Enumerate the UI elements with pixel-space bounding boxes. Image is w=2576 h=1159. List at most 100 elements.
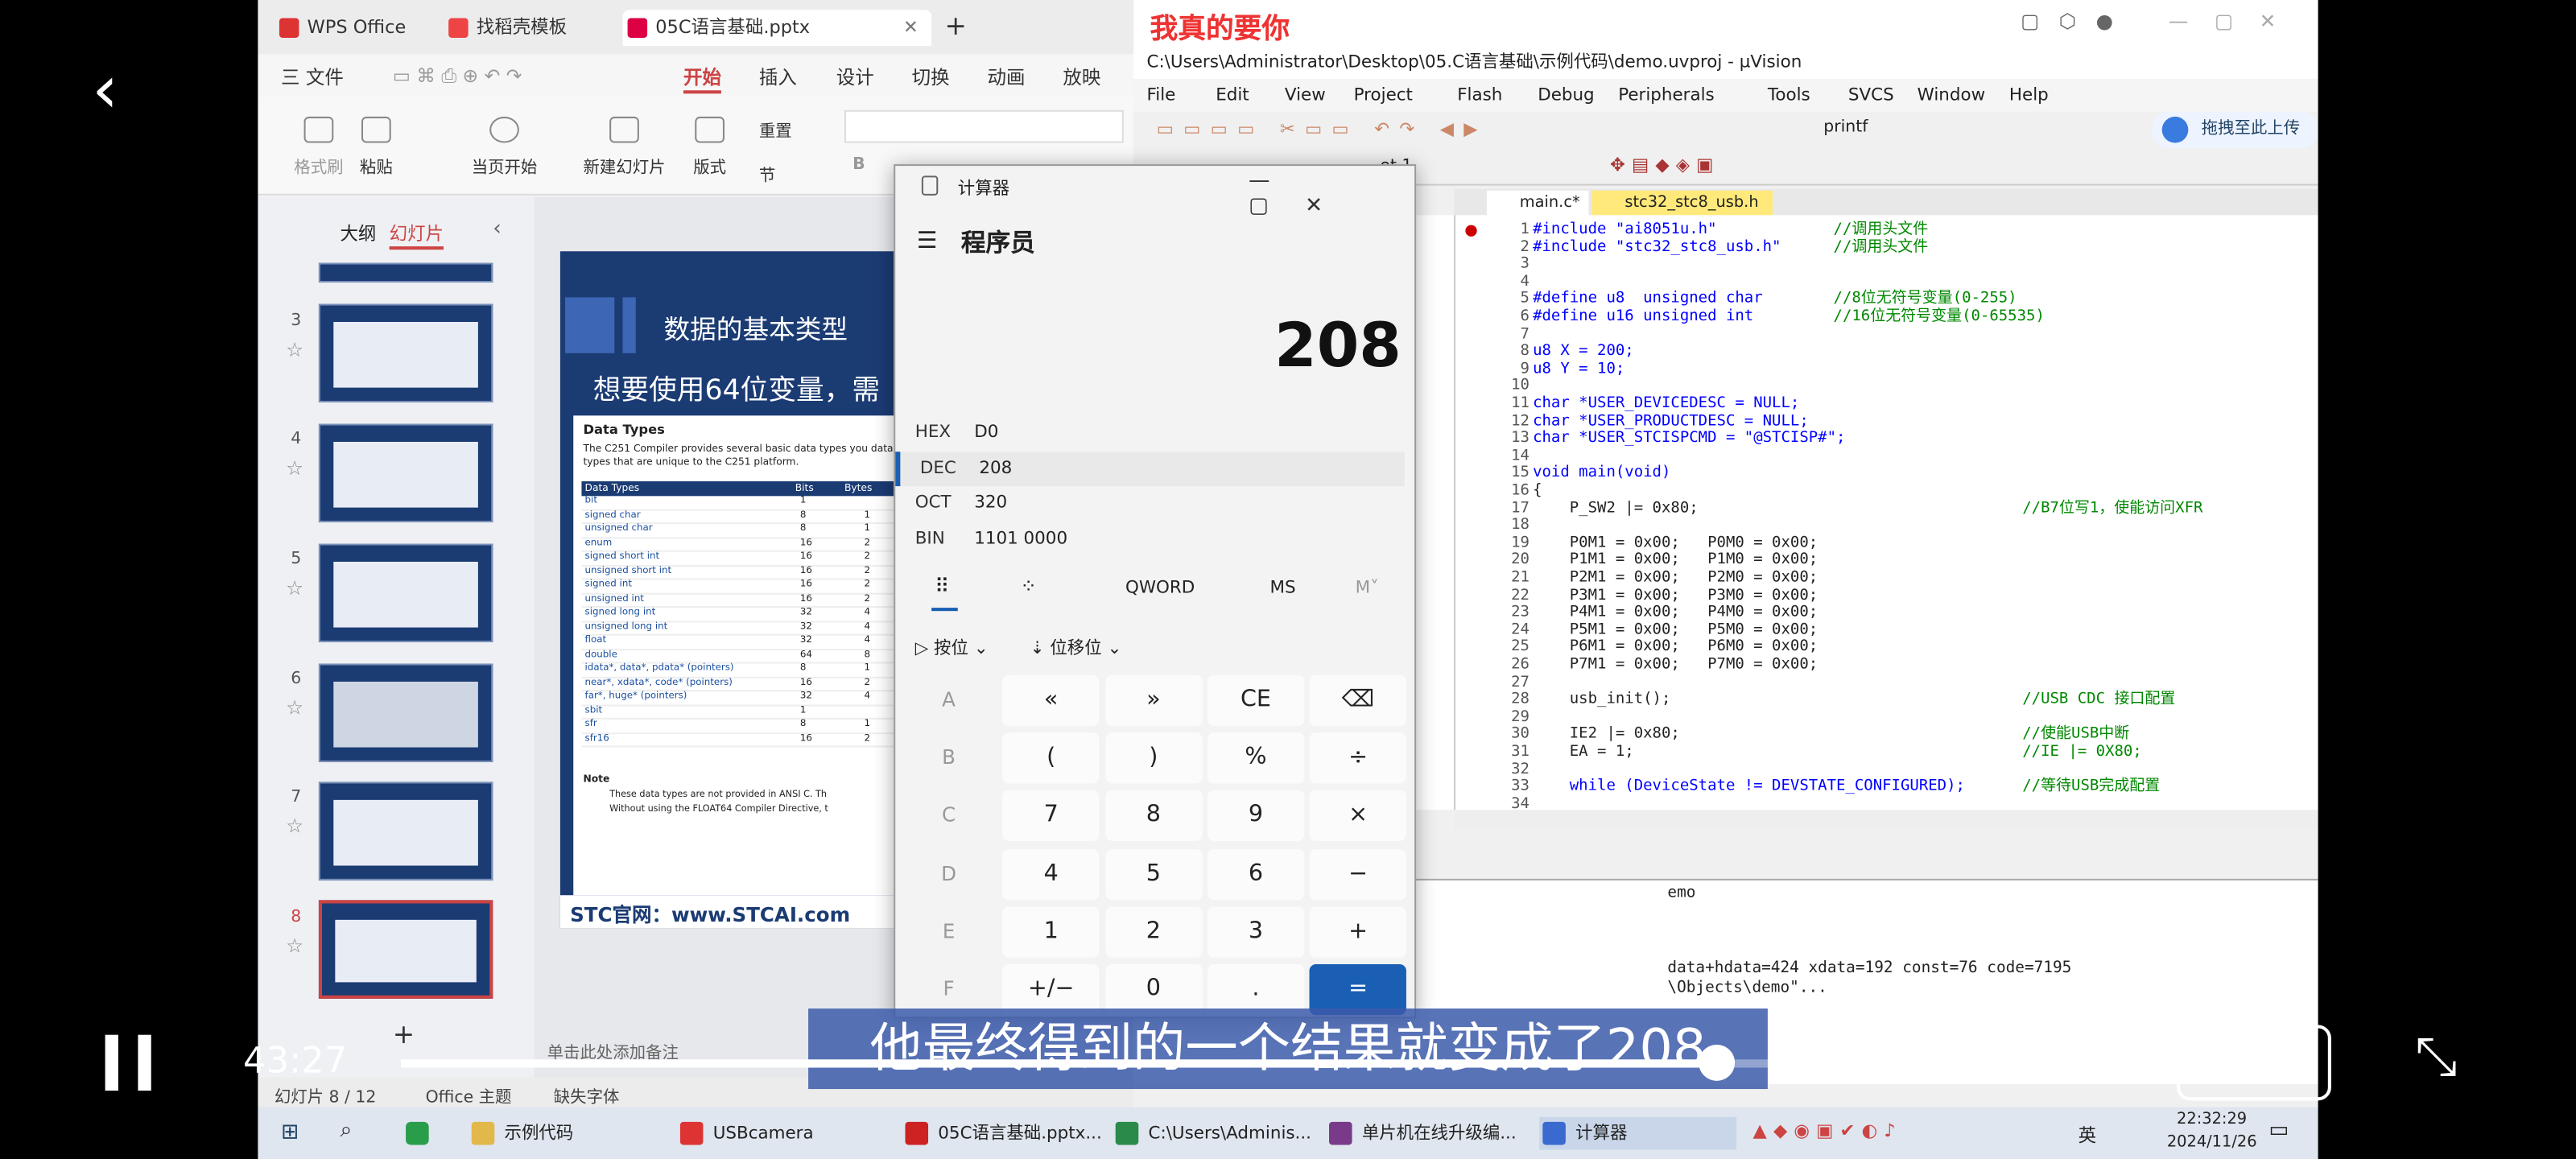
calc-key[interactable]: 8 [1104, 790, 1203, 842]
close-icon[interactable]: ✕ [903, 10, 919, 46]
calc-key[interactable]: 6 [1207, 848, 1305, 900]
code-line[interactable]: 17 P_SW2 |= 0x80; //B7位写1，使能访问XFR [1455, 499, 2202, 518]
code-line[interactable]: 30 IE2 |= 0x80; //使能USB中断 [1455, 725, 2129, 744]
calc-key[interactable]: . [1207, 963, 1305, 1016]
upload-button[interactable]: 拖拽至此上传 [2152, 111, 2318, 148]
code-line[interactable]: 23 P4M1 = 0x00; P4M0 = 0x00; [1455, 604, 1818, 622]
code-line[interactable]: 4 [1455, 273, 1533, 291]
code-line[interactable]: 22 P3M1 = 0x00; P3M0 = 0x00; [1455, 586, 1818, 605]
tab-usb-h[interactable]: stc32_stc8_usb.h [1591, 190, 1773, 216]
calc-key[interactable]: × [1309, 790, 1407, 842]
code-line[interactable]: 11 char *USER_DEVICEDESC = NULL; [1455, 394, 1799, 414]
memory-list-button[interactable]: M˅ [1356, 578, 1379, 597]
pause-icon[interactable] [105, 1034, 118, 1091]
taskbar-item[interactable]: USBcamera [677, 1117, 814, 1150]
horizontal-scrollbar[interactable] [1454, 810, 2318, 830]
tab-pptx[interactable]: 05C语言基础.pptx ✕ [622, 10, 932, 47]
keil-menu-window[interactable]: Window [1918, 85, 1986, 105]
code-line[interactable]: 28 usb_init(); //USB CDC 接口配置 [1455, 691, 2175, 710]
code-line[interactable]: 2 #include "stc32_stc8_usb.h" //调用头文件 [1455, 237, 1929, 257]
toolbar-icons[interactable]: ▭▭▭▭ ✂▭▭ ↶↷ ◀▶ [1157, 118, 1488, 140]
tab-outline[interactable]: 大纲 [340, 220, 376, 246]
calc-key[interactable]: % [1207, 732, 1305, 784]
tab-slides[interactable]: 幻灯片 [389, 220, 444, 250]
calc-key[interactable]: = [1309, 963, 1407, 1016]
keil-menu-tools[interactable]: Tools [1768, 85, 1810, 105]
code-line[interactable]: 14 [1455, 447, 1533, 466]
theme-label[interactable]: Office 主题 [426, 1083, 512, 1107]
speed-button[interactable]: 倍速 [2177, 1025, 2331, 1101]
format-painter-button[interactable]: 格式刷 [294, 116, 344, 177]
window-icons[interactable]: ▢⬡● [2021, 10, 2132, 33]
code-line[interactable]: 24 P5M1 = 0x00; P5M0 = 0x00; [1455, 621, 1818, 640]
new-slide-button[interactable]: 新建幻灯片 [583, 116, 666, 177]
bitwise-button[interactable]: ▷ 按位 ⌄ [915, 636, 989, 661]
slide-thumbnail[interactable] [318, 782, 493, 881]
keil-menu-debug[interactable]: Debug [1538, 85, 1594, 105]
code-line[interactable]: 34 [1455, 795, 1533, 810]
calc-key[interactable]: 4 [1002, 848, 1100, 900]
font-select[interactable] [844, 109, 1124, 143]
app-icon[interactable] [406, 1121, 429, 1145]
code-line[interactable]: 33 while (DeviceState != DEVSTATE_CONFIG… [1455, 777, 2160, 797]
menu-icon[interactable]: ☰ [917, 229, 938, 255]
menu-file[interactable]: 三 文件 [281, 64, 344, 91]
taskbar-item[interactable]: 05C语言基础.pptx... [902, 1117, 1102, 1150]
menu-home[interactable]: 开始 [683, 64, 721, 94]
calc-key[interactable]: + [1309, 906, 1407, 958]
keil-menu-edit[interactable]: Edit [1216, 85, 1249, 105]
code-line[interactable]: 26 P7M1 = 0x00; P7M0 = 0x00; [1455, 656, 1818, 674]
tray-icons[interactable]: ▲◆◉▣✔◐♪ [1753, 1120, 1902, 1142]
slide-thumbnail[interactable] [318, 663, 493, 762]
calc-key[interactable]: 3 [1207, 906, 1305, 958]
code-line[interactable]: 10 [1455, 377, 1533, 396]
calc-key[interactable]: +/− [1002, 963, 1100, 1016]
calc-window-controls[interactable]: —▢✕ [1249, 169, 1414, 218]
slide-thumbnail[interactable] [318, 303, 493, 402]
calc-key[interactable]: CE [1207, 674, 1305, 727]
word-size-button[interactable]: QWORD [1125, 578, 1195, 597]
keil-menu-peripherals[interactable]: Peripherals [1618, 85, 1715, 105]
build-icons[interactable]: ✥▤◆◈▣ [1610, 155, 1720, 176]
radix-oct[interactable]: OCT 320 [895, 486, 1405, 521]
code-line[interactable]: 29 [1455, 708, 1533, 727]
code-line[interactable]: 5 #define u8 unsigned char //8位无符号变量(0-255… [1455, 290, 2017, 309]
window-controls[interactable]: —▢✕ [2169, 10, 2302, 33]
keil-menu-svcs[interactable]: SVCS [1848, 85, 1894, 105]
code-line[interactable]: 9 u8 Y = 10; [1455, 360, 1625, 379]
keil-menu-project[interactable]: Project [1354, 85, 1413, 105]
start-from-current-button[interactable]: 当页开始 [472, 116, 537, 177]
calc-key[interactable]: 9 [1207, 790, 1305, 842]
code-line[interactable]: 25 P6M1 = 0x00; P6M0 = 0x00; [1455, 638, 1818, 658]
calc-key[interactable]: ÷ [1309, 732, 1407, 784]
add-slide-button[interactable]: + [393, 1018, 415, 1050]
code-line[interactable]: 3 [1455, 256, 1533, 274]
taskbar-item[interactable]: C:\Users\Adminis... [1113, 1117, 1311, 1150]
slide-thumbnail[interactable] [318, 543, 493, 642]
code-line[interactable]: 19 P0M1 = 0x00; P0M0 = 0x00; [1455, 534, 1818, 553]
calc-key[interactable]: 5 [1104, 848, 1203, 900]
code-line[interactable]: 32 [1455, 761, 1533, 779]
keil-menu-view[interactable]: View [1285, 85, 1326, 105]
code-line[interactable]: 27 [1455, 674, 1533, 692]
new-tab-button[interactable]: + [944, 10, 966, 46]
notification-icon[interactable]: ▭ [2268, 1119, 2289, 1144]
menu-insert[interactable]: 插入 [759, 64, 797, 91]
keil-menu-help[interactable]: Help [2009, 85, 2049, 105]
collapse-icon[interactable]: ‹ [493, 217, 502, 241]
bit-toggle-icon[interactable]: ⁘ [1020, 575, 1037, 598]
section-button[interactable]: 节 [759, 161, 775, 185]
calc-key[interactable]: 1 [1002, 906, 1100, 958]
missing-font-label[interactable]: 缺失字体 [554, 1083, 620, 1107]
code-line[interactable]: 20 P1M1 = 0x00; P1M0 = 0x00; [1455, 551, 1818, 571]
start-icon[interactable]: ⊞ [281, 1120, 299, 1145]
radix-bin[interactable]: BIN 1101 0000 [895, 522, 1405, 556]
code-line[interactable]: 15 void main(void) [1455, 464, 1670, 483]
search-icon[interactable]: ⌕ [340, 1119, 352, 1144]
tab-template[interactable]: 找稻壳模板 [444, 10, 567, 46]
calc-key[interactable]: 0 [1104, 963, 1203, 1016]
layout-button[interactable]: 版式 [693, 116, 726, 177]
keil-menu-flash[interactable]: Flash [1457, 85, 1502, 105]
slide-thumbnail-active[interactable] [318, 900, 493, 999]
taskbar-item[interactable]: 单片机在线升级编... [1326, 1117, 1517, 1150]
